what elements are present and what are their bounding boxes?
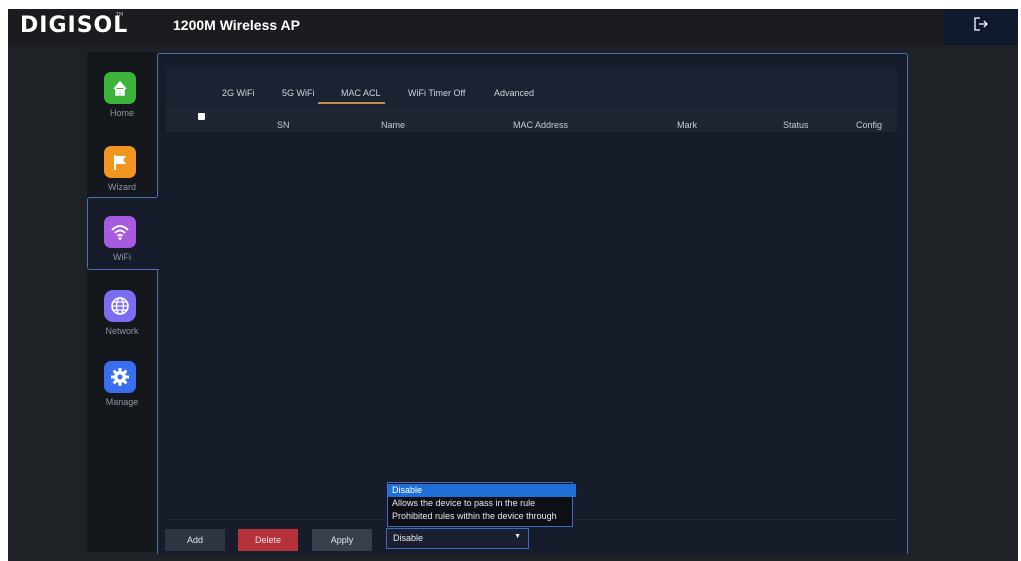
- tab-wifi-timer-off[interactable]: WiFi Timer Off: [408, 88, 465, 98]
- sidebar-item-network[interactable]: Network: [87, 280, 157, 352]
- sidebar-item-label: Manage: [105, 397, 139, 407]
- product-title: 1200M Wireless AP: [173, 17, 300, 33]
- column-header-sn: SN: [277, 120, 290, 130]
- delete-button[interactable]: Delete: [238, 529, 298, 551]
- column-header-mac-address: MAC Address: [513, 120, 569, 130]
- brand-logo: DIGISOL: [20, 13, 129, 38]
- wifi-icon: [104, 216, 136, 248]
- tab-bar: [166, 67, 897, 105]
- column-header-mark: Mark: [677, 120, 697, 130]
- gear-icon: [104, 361, 136, 393]
- sidebar-item-wizard[interactable]: Wizard: [87, 136, 157, 208]
- tab-5g-wifi[interactable]: 5G WiFi: [282, 88, 315, 98]
- logout-button[interactable]: [944, 9, 1018, 45]
- panel-gap: [157, 197, 159, 268]
- add-button[interactable]: Add: [165, 529, 225, 551]
- home-icon: [104, 72, 136, 104]
- globe-icon: [104, 290, 136, 322]
- dropdown-option-allow[interactable]: Allows the device to pass in the rule: [388, 497, 576, 510]
- dropdown-option-disable[interactable]: Disable: [388, 484, 576, 497]
- select-all-checkbox[interactable]: [198, 113, 205, 120]
- sidebar-item-manage[interactable]: Manage: [87, 351, 157, 423]
- sidebar-item-label: Home: [109, 108, 134, 118]
- column-header-name: Name: [381, 120, 406, 130]
- sidebar-item-wifi[interactable]: WiFi: [87, 206, 157, 278]
- tab-advanced[interactable]: Advanced: [494, 88, 534, 98]
- top-bar: DIGISOL TM 1200M Wireless AP: [8, 9, 1018, 45]
- sidebar-item-home[interactable]: Home: [87, 62, 157, 134]
- flag-icon: [104, 146, 136, 178]
- brand-trademark: TM: [116, 12, 124, 18]
- acl-mode-dropdown: Disable Allows the device to pass in the…: [387, 482, 576, 527]
- dropdown-option-prohibit[interactable]: Prohibited rules within the device throu…: [388, 510, 576, 523]
- column-header-status: Status: [783, 120, 809, 130]
- acl-mode-select[interactable]: Disable ▼: [386, 528, 529, 549]
- active-tab-indicator: [318, 102, 385, 104]
- apply-button[interactable]: Apply: [312, 529, 372, 551]
- tab-mac-acl[interactable]: MAC ACL: [341, 88, 381, 98]
- tab-2g-wifi[interactable]: 2G WiFi: [222, 88, 255, 98]
- sidebar-item-label: WiFi: [113, 252, 131, 262]
- sidebar-item-label: Network: [105, 326, 139, 336]
- caret-down-icon: ▼: [514, 533, 521, 540]
- sidebar-item-label: Wizard: [107, 182, 136, 192]
- acl-mode-value: Disable: [393, 533, 424, 543]
- logout-icon: [974, 17, 988, 31]
- column-header-config: Config: [856, 120, 883, 130]
